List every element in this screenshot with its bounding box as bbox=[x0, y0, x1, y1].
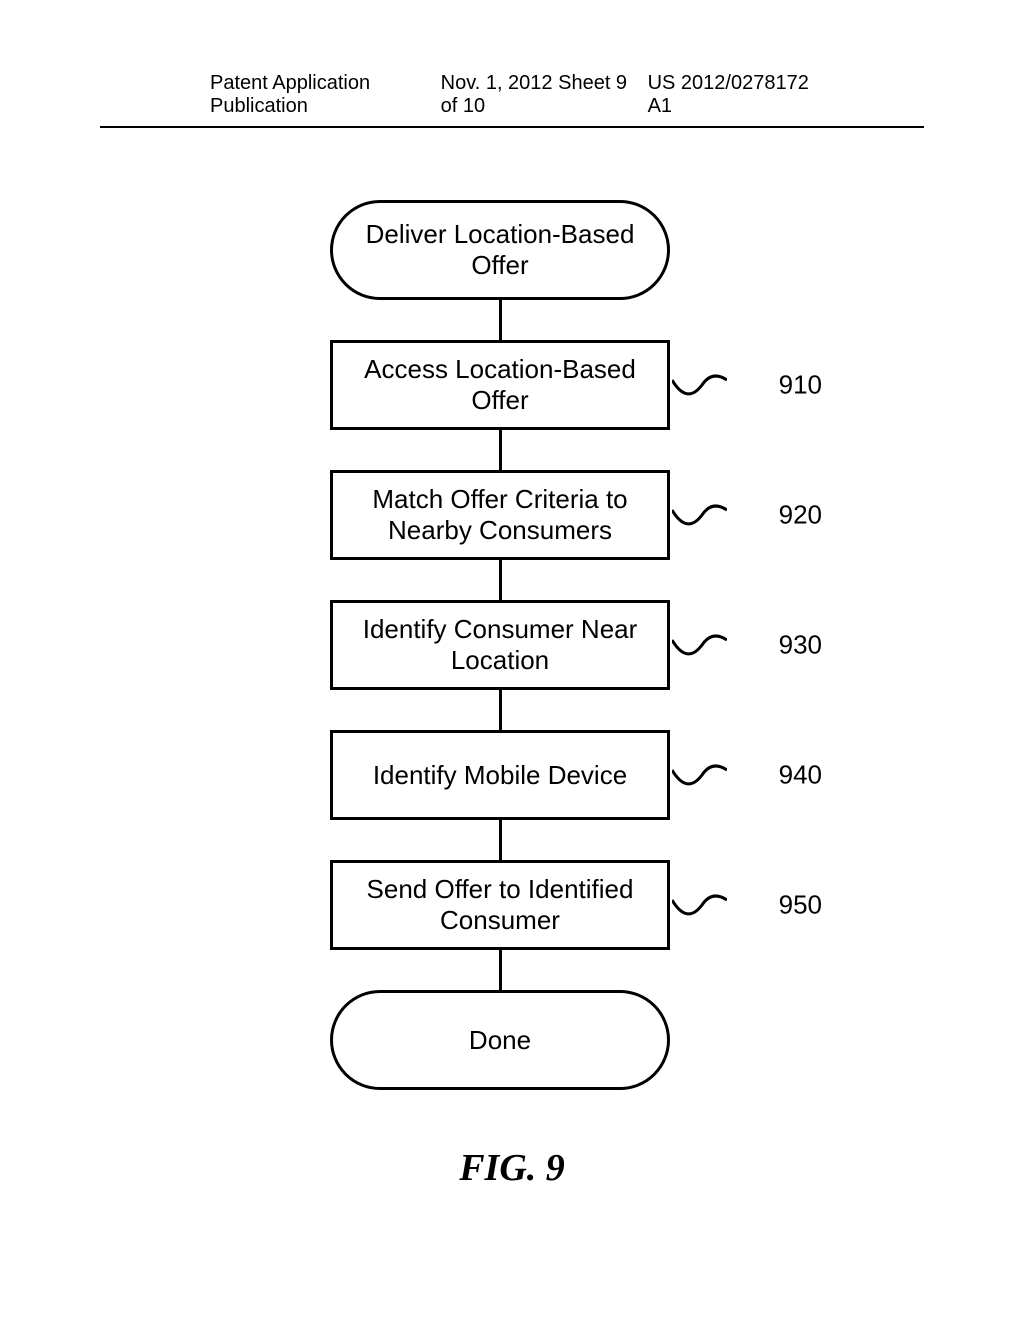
flowchart-step-label: Send Offer to Identified Consumer bbox=[367, 874, 634, 936]
ref-number: 920 bbox=[779, 500, 822, 531]
flowchart-step: Access Location-Based Offer 910 bbox=[330, 340, 670, 430]
flowchart-step-label: Access Location-Based Offer bbox=[364, 354, 636, 416]
ref-number: 940 bbox=[779, 760, 822, 791]
ref-number: 910 bbox=[779, 370, 822, 401]
flowchart-step: Send Offer to Identified Consumer 950 bbox=[330, 860, 670, 950]
flowchart-start: Deliver Location-Based Offer bbox=[330, 200, 670, 300]
flowchart-step: Identify Mobile Device 940 bbox=[330, 730, 670, 820]
connector bbox=[499, 950, 502, 990]
flowchart-step: Identify Consumer Near Location 930 bbox=[330, 600, 670, 690]
figure-label: FIG. 9 bbox=[0, 1146, 1024, 1190]
flowchart-step-label: Identify Consumer Near Location bbox=[363, 614, 638, 676]
header-center: Nov. 1, 2012 Sheet 9 of 10 bbox=[441, 72, 648, 118]
flowchart: Deliver Location-Based Offer Access Loca… bbox=[250, 200, 750, 1090]
ref-curve-icon bbox=[672, 760, 727, 790]
ref-number: 950 bbox=[779, 890, 822, 921]
connector bbox=[499, 300, 502, 340]
flowchart-end: Done bbox=[330, 990, 670, 1090]
header-right: US 2012/0278172 A1 bbox=[648, 72, 814, 118]
flowchart-step-label: Identify Mobile Device bbox=[373, 760, 627, 791]
header-left: Patent Application Publication bbox=[210, 72, 441, 118]
ref-curve-icon bbox=[672, 630, 727, 660]
connector bbox=[499, 820, 502, 860]
flowchart-step-label: Match Offer Criteria to Nearby Consumers bbox=[372, 484, 627, 546]
diagram-area: Deliver Location-Based Offer Access Loca… bbox=[0, 180, 1024, 1180]
connector bbox=[499, 690, 502, 730]
ref-curve-icon bbox=[672, 500, 727, 530]
page-header: Patent Application Publication Nov. 1, 2… bbox=[100, 72, 924, 128]
connector bbox=[499, 430, 502, 470]
ref-curve-icon bbox=[672, 890, 727, 920]
flowchart-start-label: Deliver Location-Based Offer bbox=[366, 219, 635, 281]
ref-number: 930 bbox=[779, 630, 822, 661]
flowchart-end-label: Done bbox=[469, 1025, 531, 1056]
flowchart-step: Match Offer Criteria to Nearby Consumers… bbox=[330, 470, 670, 560]
connector bbox=[499, 560, 502, 600]
ref-curve-icon bbox=[672, 370, 727, 400]
